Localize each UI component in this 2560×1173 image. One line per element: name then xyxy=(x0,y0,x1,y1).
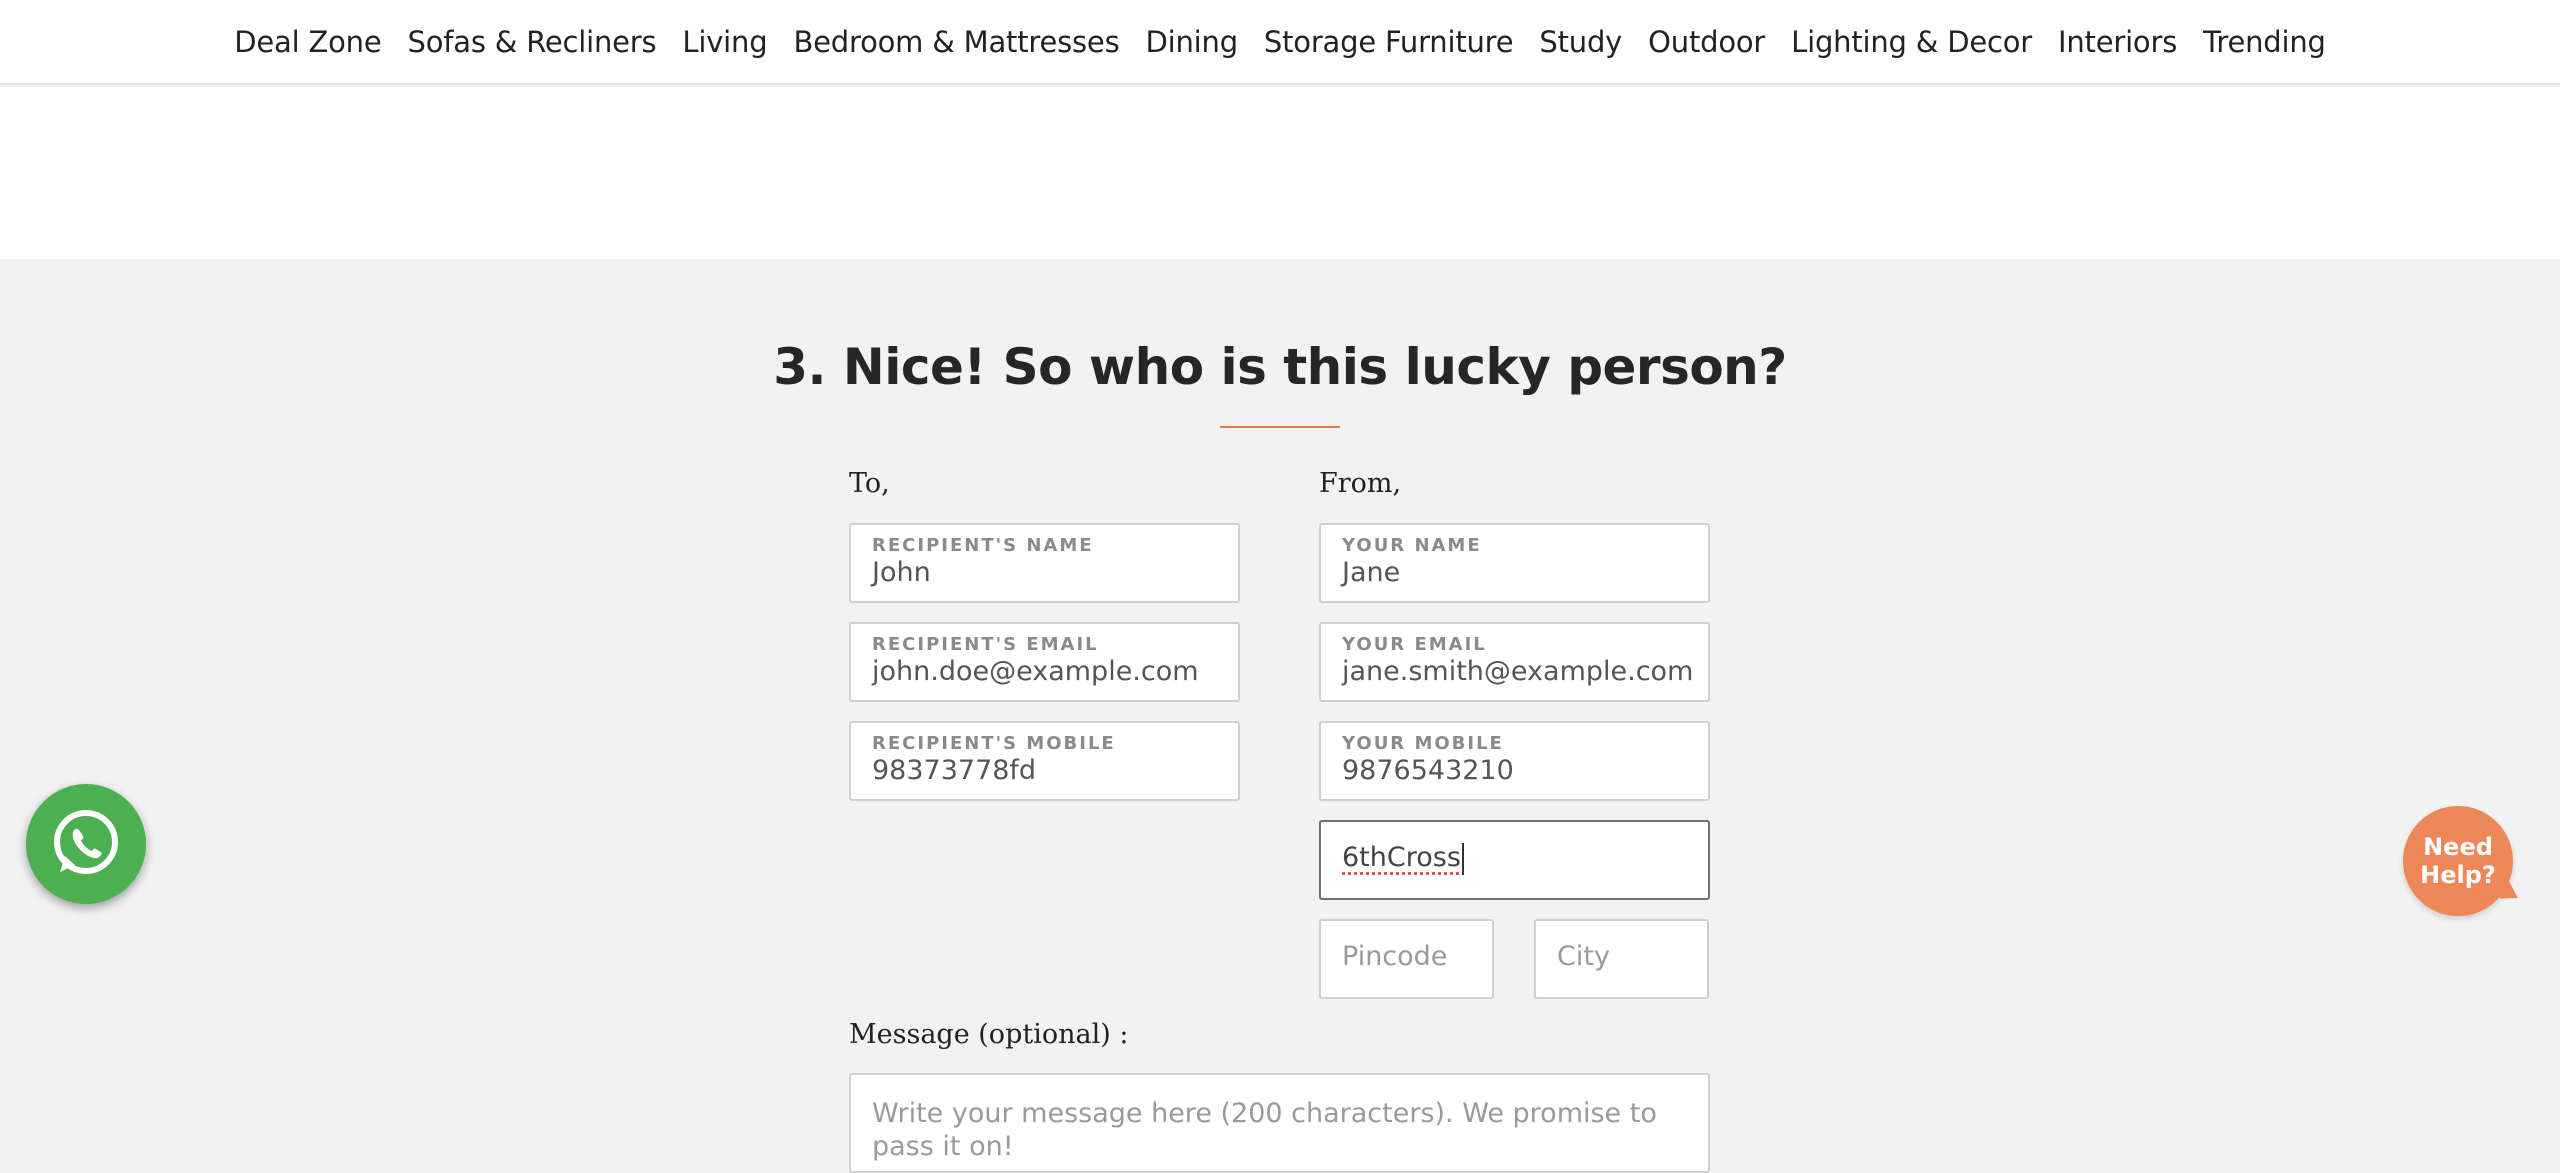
need-help-text: Need Help? xyxy=(2420,833,2496,889)
top-navigation: Deal Zone Sofas & Recliners Living Bedro… xyxy=(0,0,2560,85)
pincode-field[interactable]: Pincode xyxy=(1319,919,1494,999)
recipient-email-label: RECIPIENT'S EMAIL xyxy=(872,634,1099,655)
your-name-value: Jane xyxy=(1342,557,1401,588)
pincode-placeholder: Pincode xyxy=(1342,941,1448,972)
your-name-label: YOUR NAME xyxy=(1342,535,1482,556)
need-help-button[interactable]: Need Help? xyxy=(2403,806,2523,916)
recipient-name-label: RECIPIENT'S NAME xyxy=(872,535,1094,556)
nav-item-interiors[interactable]: Interiors xyxy=(2045,25,2190,59)
nav-item-storage-furniture[interactable]: Storage Furniture xyxy=(1251,25,1527,59)
nav-item-deal-zone[interactable]: Deal Zone xyxy=(221,25,394,59)
nav-item-trending[interactable]: Trending xyxy=(2190,25,2339,59)
city-placeholder: City xyxy=(1557,941,1610,972)
need-help-line-1: Need xyxy=(2423,833,2493,861)
nav-item-study[interactable]: Study xyxy=(1526,25,1635,59)
your-name-field[interactable]: YOUR NAME Jane xyxy=(1319,523,1710,603)
nav-item-outdoor[interactable]: Outdoor xyxy=(1635,25,1778,59)
your-mobile-field[interactable]: YOUR MOBILE 9876543210 xyxy=(1319,721,1710,801)
city-field[interactable]: City xyxy=(1534,919,1709,999)
your-email-value: jane.smith@example.com xyxy=(1342,656,1694,687)
recipient-mobile-field[interactable]: RECIPIENT'S MOBILE 98373778fd xyxy=(849,721,1240,801)
message-label: Message (optional) : xyxy=(849,1019,1129,1050)
your-mobile-label: YOUR MOBILE xyxy=(1342,733,1504,754)
nav-item-dining[interactable]: Dining xyxy=(1132,25,1250,59)
your-mobile-value: 9876543210 xyxy=(1342,755,1514,786)
your-email-field[interactable]: YOUR EMAIL jane.smith@example.com xyxy=(1319,622,1710,702)
nav-item-bedroom-mattresses[interactable]: Bedroom & Mattresses xyxy=(780,25,1132,59)
section-heading: 3. Nice! So who is this lucky person? xyxy=(773,338,1787,396)
message-textarea[interactable]: Write your message here (200 characters)… xyxy=(849,1073,1710,1173)
need-help-line-2: Help? xyxy=(2420,861,2496,889)
recipient-mobile-label: RECIPIENT'S MOBILE xyxy=(872,733,1116,754)
whatsapp-button[interactable] xyxy=(26,784,146,904)
recipient-name-value: John xyxy=(872,557,931,588)
message-placeholder: Write your message here (200 characters)… xyxy=(872,1098,1657,1162)
recipient-name-field[interactable]: RECIPIENT'S NAME John xyxy=(849,523,1240,603)
to-label: To, xyxy=(849,468,890,499)
text-caret xyxy=(1461,842,1464,875)
address-field[interactable]: 6thCross xyxy=(1319,820,1710,900)
nav-item-sofas-recliners[interactable]: Sofas & Recliners xyxy=(395,25,670,59)
nav-item-living[interactable]: Living xyxy=(669,25,780,59)
address-text: 6thCross xyxy=(1342,842,1461,873)
nav-item-lighting-decor[interactable]: Lighting & Decor xyxy=(1778,25,2045,59)
your-email-label: YOUR EMAIL xyxy=(1342,634,1487,655)
recipient-mobile-value: 98373778fd xyxy=(872,755,1037,786)
heading-underline xyxy=(1220,426,1340,428)
address-value: 6thCross xyxy=(1342,842,1464,875)
nav-menu: Deal Zone Sofas & Recliners Living Bedro… xyxy=(221,25,2338,59)
recipient-email-value: john.doe@example.com xyxy=(872,656,1199,687)
header-spacer xyxy=(0,87,2560,259)
whatsapp-icon xyxy=(54,810,118,874)
from-label: From, xyxy=(1319,468,1402,499)
recipient-email-field[interactable]: RECIPIENT'S EMAIL john.doe@example.com xyxy=(849,622,1240,702)
